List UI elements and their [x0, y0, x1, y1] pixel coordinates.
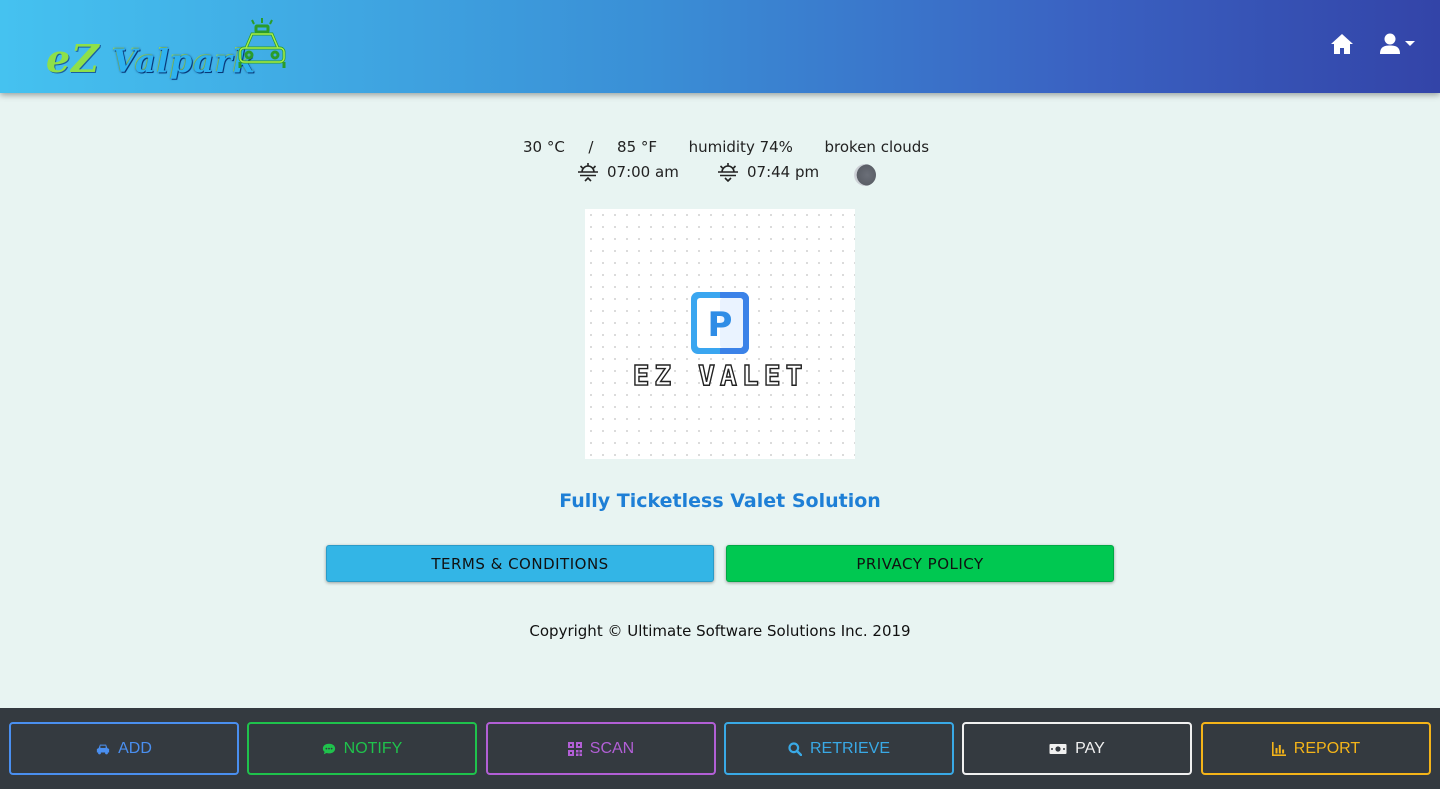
weather-conditions: broken clouds [824, 138, 930, 156]
temperature-separator: / [588, 138, 594, 156]
retrieve-button-label: RETRIEVE [809, 739, 890, 757]
sunset-time: 07:44 pm [747, 163, 820, 181]
parking-badge-icon: P [691, 292, 749, 354]
pay-button-label: PAY [1075, 739, 1105, 757]
brand-prefix: eZ [46, 36, 100, 81]
retrieve-button[interactable]: RETRIEVE [724, 722, 954, 775]
brand-logo[interactable]: eZ Valpark [46, 18, 296, 81]
sunrise-icon [578, 163, 598, 182]
humidity: humidity 74% [688, 138, 793, 156]
user-icon [1380, 33, 1400, 54]
money-icon [1049, 743, 1067, 754]
copyright-text: Copyright © Ultimate Software Solutions … [529, 622, 911, 640]
chart-icon [1271, 741, 1286, 756]
report-button-label: REPORT [1293, 739, 1361, 757]
sunset-icon [718, 163, 738, 182]
moon-phase-icon [854, 164, 876, 186]
ez-valet-logo: P EZ VALET [585, 209, 855, 459]
add-button[interactable]: ADD [9, 722, 239, 775]
svg-text:P: P [708, 305, 733, 345]
qrcode-icon [567, 741, 582, 756]
report-button[interactable]: REPORT [1201, 722, 1431, 775]
temperature-celsius: 30 °C [523, 138, 565, 156]
brand-text: eZ Valpark [46, 36, 256, 81]
tagline: Fully Ticketless Valet Solution [559, 490, 881, 512]
scan-button-label: SCAN [589, 739, 635, 757]
logo-text: EZ VALET [632, 358, 808, 392]
car-icon [96, 744, 110, 754]
user-menu-dropdown[interactable] [1380, 33, 1416, 55]
sunrise-time: 07:00 am [607, 163, 679, 181]
pay-button[interactable]: PAY [962, 722, 1192, 775]
search-icon [788, 741, 802, 756]
comment-icon [322, 743, 335, 754]
add-button-label: ADD [118, 739, 152, 757]
terms-conditions-button[interactable]: TERMS & CONDITIONS [326, 545, 714, 582]
temperature-fahrenheit: 85 °F [617, 138, 658, 156]
privacy-policy-button[interactable]: PRIVACY POLICY [726, 545, 1114, 582]
scan-button[interactable]: SCAN [486, 722, 716, 775]
home-icon[interactable] [1330, 30, 1358, 58]
caret-down-icon [1405, 41, 1415, 46]
notify-button-label: NOTIFY [343, 739, 403, 757]
bottom-action-bar: ADD NOTIFY SCAN RETRIEVE PAY REPORT [0, 708, 1440, 789]
taxi-car-icon [238, 18, 286, 68]
notify-button[interactable]: NOTIFY [247, 722, 477, 775]
top-navbar: eZ Valpark [0, 0, 1440, 93]
